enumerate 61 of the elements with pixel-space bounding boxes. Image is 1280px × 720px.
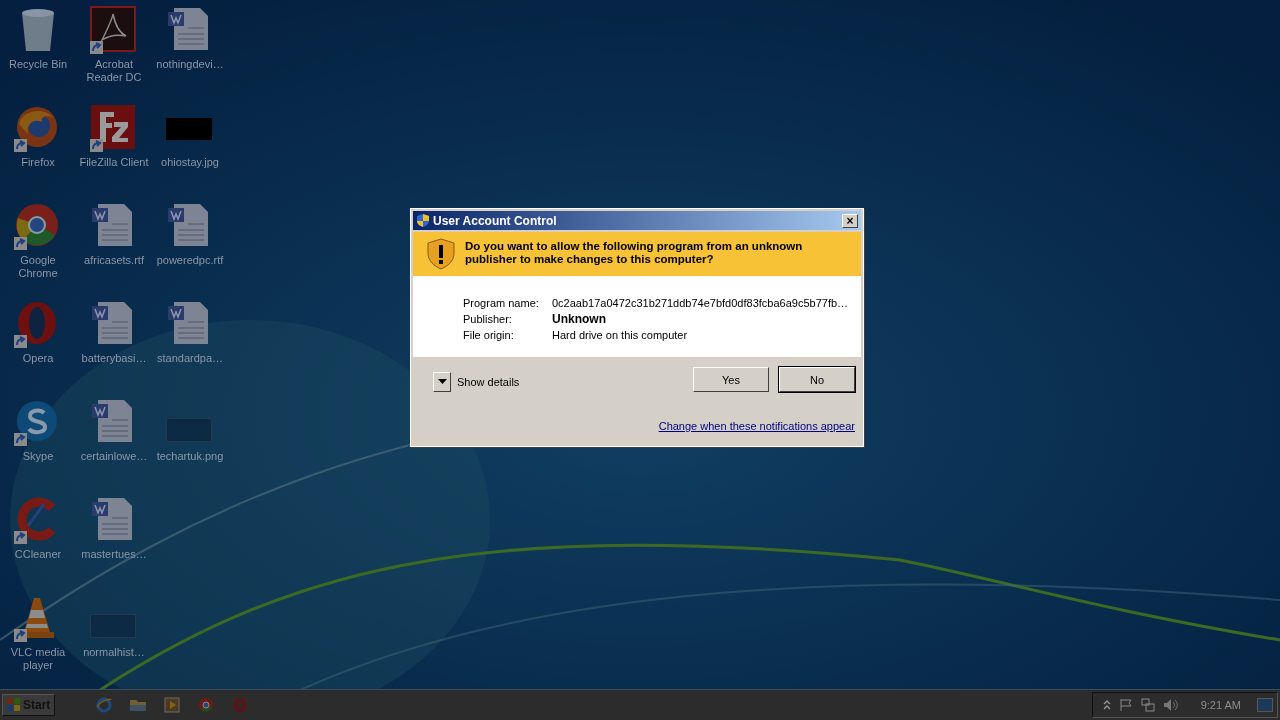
icon-label[interactable]: Acrobat Reader DC (77, 58, 151, 84)
icon-label[interactable]: certainlowe… (77, 450, 151, 463)
settings-link[interactable]: Change when these notifications appear (658, 420, 855, 432)
icon-label[interactable]: normalhist… (77, 646, 151, 659)
flag-icon[interactable] (1118, 698, 1133, 712)
question-text: Do you want to allow the following program from an unknown publisher to make changes to this computer? (465, 239, 804, 267)
icon-label[interactable]: Firefox (1, 156, 75, 169)
windows-logo-icon (7, 698, 21, 712)
show-desktop-icon[interactable] (1257, 698, 1273, 712)
document-icon (90, 496, 134, 542)
icon-label[interactable]: batterybasi… (77, 352, 151, 365)
document-icon (166, 6, 210, 52)
internet-explorer-icon (96, 697, 113, 713)
field-label: Program name: (463, 296, 540, 311)
icon-label[interactable]: mastertues… (77, 548, 151, 561)
icon-label[interactable]: Recycle Bin (1, 58, 75, 71)
field-label: File origin: (463, 328, 515, 343)
speaker-icon[interactable] (1162, 698, 1179, 712)
document-icon (90, 300, 134, 346)
chevron-up-icon[interactable] (1102, 699, 1111, 711)
icon-label[interactable]: ohiostay.jpg (153, 156, 227, 169)
image-thumbnail-icon (90, 614, 136, 638)
folder-icon (129, 697, 148, 713)
shield-icon (416, 213, 430, 228)
field-value: Hard drive on this computer (552, 328, 689, 343)
field-value: Unknown (552, 312, 607, 327)
icon-label[interactable]: CCleaner (1, 548, 75, 561)
icon-label[interactable]: Skype (1, 450, 75, 463)
dialog-button[interactable]: Yes (693, 367, 769, 392)
network-icon[interactable] (1140, 698, 1155, 712)
icon-label[interactable]: africasets.rtf (77, 254, 151, 267)
clock[interactable]: 9:21 AM (1200, 699, 1241, 711)
icon-label[interactable]: techartuk.png (153, 450, 227, 463)
document-icon (90, 202, 134, 248)
image-thumbnail-icon (166, 418, 212, 442)
document-app-icon (90, 6, 136, 52)
caret-icon (437, 379, 447, 384)
firefox-icon (14, 104, 60, 150)
icon-label[interactable]: nothingdevi… (153, 58, 227, 71)
field-label: Publisher: (463, 312, 513, 327)
document-icon (166, 202, 210, 248)
icon-label[interactable]: Opera (1, 352, 75, 365)
icon-label[interactable]: standardpa… (153, 352, 227, 365)
dialog-button[interactable]: No (779, 367, 855, 392)
close-button[interactable]: × (842, 213, 858, 228)
opera-icon (232, 697, 249, 713)
filezilla-icon (90, 104, 136, 150)
skype-icon (14, 398, 60, 444)
show-details-toggle[interactable]: Show details (433, 371, 520, 392)
icon-label[interactable]: Google Chrome (1, 254, 75, 280)
icon-label[interactable]: poweredpc.rtf (153, 254, 227, 267)
warning-shield-icon (427, 238, 455, 270)
field-value: 0c2aab17a0472c31b271ddb74e7bfd0df83fcba6a9c5b77fb… (552, 296, 850, 311)
window-title: User Account Control (433, 213, 558, 228)
document-icon (166, 300, 210, 346)
document-icon (90, 398, 134, 444)
icon-label[interactable]: VLC media player (1, 646, 75, 672)
icon-label[interactable]: FileZilla Client (77, 156, 151, 169)
chrome-icon (14, 202, 60, 248)
media-player-icon (164, 697, 181, 713)
chrome-icon (198, 697, 215, 713)
